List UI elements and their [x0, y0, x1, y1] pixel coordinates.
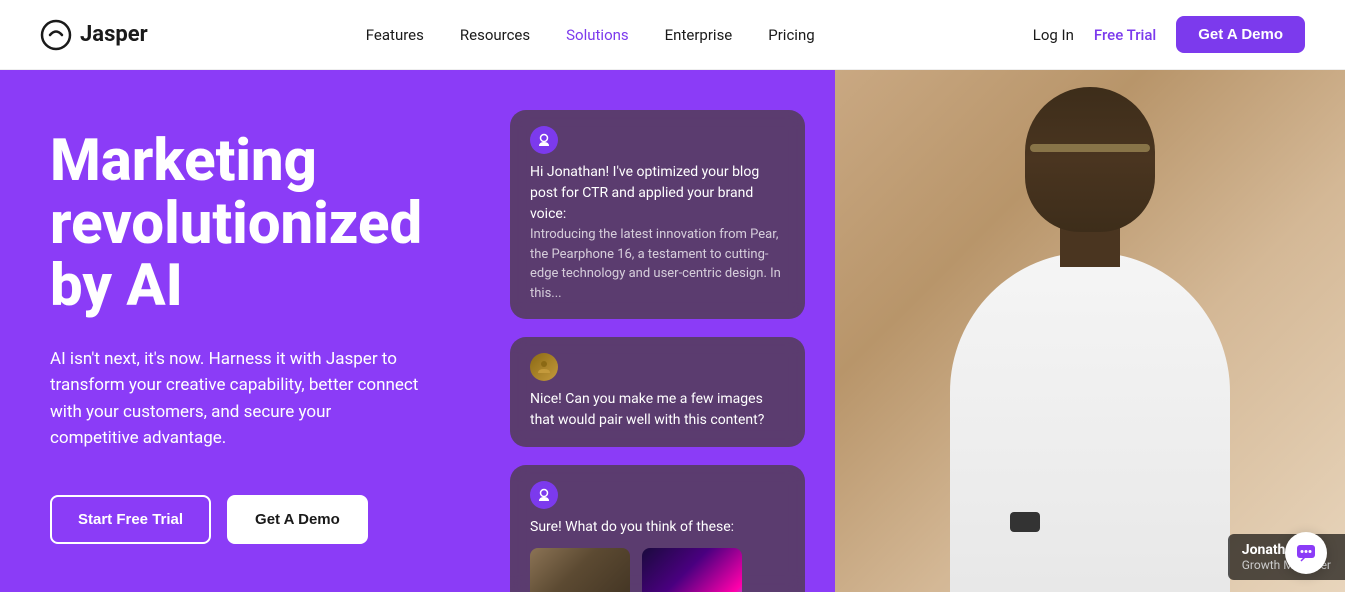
nav-pricing[interactable]: Pricing — [768, 26, 814, 44]
nav-right: Log In Free Trial Get A Demo — [1033, 16, 1305, 53]
chat-image-1 — [530, 548, 630, 592]
free-trial-link[interactable]: Free Trial — [1094, 26, 1156, 44]
chat-bubble-2-header — [530, 353, 785, 381]
jasper-logo-icon — [40, 19, 72, 51]
hero-title: Marketing revolutionized by AI — [50, 130, 430, 318]
jasper-ai-icon-1 — [530, 126, 558, 154]
nav-features[interactable]: Features — [366, 26, 424, 44]
hero-section: Marketing revolutionized by AI AI isn't … — [0, 70, 1345, 592]
get-demo-hero-button[interactable]: Get A Demo — [227, 495, 368, 544]
get-demo-button[interactable]: Get A Demo — [1176, 16, 1305, 53]
logo-text: Jasper — [80, 22, 148, 47]
chat-images — [530, 548, 785, 592]
chat-bubble-1-text: Hi Jonathan! I've optimized your blog po… — [530, 162, 785, 225]
hero-right: Hi Jonathan! I've optimized your blog po… — [480, 70, 1345, 592]
hero-left: Marketing revolutionized by AI AI isn't … — [0, 70, 480, 592]
chat-support-icon — [1295, 542, 1317, 564]
chat-bubble-1-subtext: Introducing the latest innovation from P… — [530, 225, 785, 303]
user-avatar — [530, 353, 558, 381]
chat-bubble-3-header — [530, 481, 785, 509]
chat-bubble-3-text: Sure! What do you think of these: — [530, 517, 785, 538]
chat-bubble-1: Hi Jonathan! I've optimized your blog po… — [510, 110, 805, 319]
login-button[interactable]: Log In — [1033, 26, 1074, 44]
chat-support-button[interactable] — [1285, 532, 1327, 574]
nav-enterprise[interactable]: Enterprise — [665, 26, 733, 44]
chat-bubble-3: Sure! What do you think of these: — [510, 465, 805, 592]
chat-bubble-2-text: Nice! Can you make me a few images that … — [530, 389, 785, 431]
nav-solutions[interactable]: Solutions — [566, 26, 629, 44]
chat-area: Hi Jonathan! I've optimized your blog po… — [480, 90, 835, 592]
nav-resources[interactable]: Resources — [460, 26, 530, 44]
logo[interactable]: Jasper — [40, 19, 148, 51]
chat-bubble-2: Nice! Can you make me a few images that … — [510, 337, 805, 447]
jasper-ai-icon-2 — [530, 481, 558, 509]
chat-bubble-1-header — [530, 126, 785, 154]
navbar: Jasper Features Resources Solutions Ente… — [0, 0, 1345, 70]
hero-buttons: Start Free Trial Get A Demo — [50, 495, 430, 544]
chat-image-2 — [642, 548, 742, 592]
start-free-trial-button[interactable]: Start Free Trial — [50, 495, 211, 544]
nav-links: Features Resources Solutions Enterprise … — [366, 26, 815, 44]
hero-person-image: Jonathan Growth Marketer — [835, 70, 1345, 592]
hero-description: AI isn't next, it's now. Harness it with… — [50, 346, 420, 451]
